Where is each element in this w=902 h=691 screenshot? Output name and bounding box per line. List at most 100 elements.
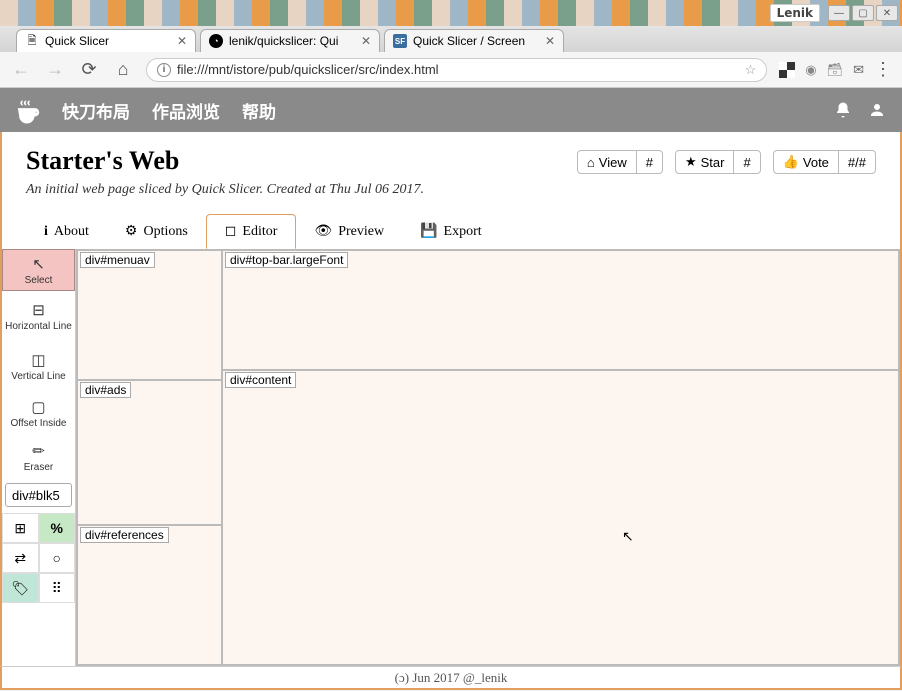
main-tabs: iAbout ⚙Options ◻Editor 👁 Preview 💾 Export — [0, 198, 902, 249]
view-stat: ⌂ View # — [577, 150, 663, 174]
browser-tabstrip: 🗎 Quick Slicer ✕ ◔ lenik/quickslicer: Qu… — [0, 26, 902, 52]
mail-icon[interactable]: ✉ — [853, 62, 864, 78]
ext-icon-1[interactable]: ◉ — [805, 62, 816, 78]
tool-hline[interactable]: ⊟ Horizontal Line — [2, 291, 75, 341]
window-decoration: Lenik — ▢ ✕ — [0, 0, 902, 26]
tab-options-label: Options — [143, 224, 187, 240]
tab-options[interactable]: ⚙Options — [107, 214, 206, 249]
region-content-tag: div#content — [225, 372, 296, 388]
view-button[interactable]: ⌂ View — [577, 150, 637, 174]
region-menuav-tag: div#menuav — [80, 252, 155, 268]
browser-tab-0[interactable]: 🗎 Quick Slicer ✕ — [16, 29, 196, 52]
star-count: # — [734, 150, 760, 174]
maximize-button[interactable]: ▢ — [852, 5, 874, 21]
browser-menu-icon[interactable]: ⋮ — [874, 59, 892, 80]
page-subtitle: An initial web page sliced by Quick Slic… — [26, 182, 577, 198]
star-label: Star — [701, 155, 725, 170]
coffee-logo-icon — [14, 96, 42, 124]
github-icon: ◔ — [209, 34, 223, 48]
vote-label: Vote — [803, 155, 829, 170]
vline-icon: ◫ — [31, 351, 45, 369]
region-content[interactable]: div#content — [222, 370, 899, 665]
region-ads-tag: div#ads — [80, 382, 131, 398]
tool-offset[interactable]: ▢ Offset Inside — [2, 391, 75, 435]
region-references-tag: div#references — [80, 527, 169, 543]
browser-tab-1[interactable]: ◔ lenik/quickslicer: Qui ✕ — [200, 29, 380, 52]
percent-label: % — [51, 520, 63, 536]
house-icon: ⌂ — [587, 155, 595, 170]
browser-toolbar: ← → ⟳ ⌂ i file:///mnt/istore/pub/quicksl… — [0, 52, 902, 88]
offset-icon: ▢ — [31, 398, 45, 416]
star-stat: ★ Star # — [675, 150, 761, 174]
region-topbar-tag: div#top-bar.largeFont — [225, 252, 348, 268]
tab-export[interactable]: 💾 Export — [402, 214, 500, 249]
close-icon[interactable]: ✕ — [177, 34, 187, 48]
browser-tab-title: Quick Slicer / Screen — [413, 34, 539, 48]
layout-canvas[interactable]: div#menuav div#top-bar.largeFont div#con… — [76, 249, 900, 666]
tab-about[interactable]: iAbout — [26, 214, 107, 249]
eye-icon: 👁 — [314, 223, 332, 240]
star-button[interactable]: ★ Star — [675, 150, 735, 174]
back-button[interactable]: ← — [10, 59, 32, 80]
eraser-icon: ✏ — [32, 442, 45, 460]
footer-text: (ɔ) Jun 2017 @_lenik — [395, 670, 508, 686]
region-menuav[interactable]: div#menuav — [77, 250, 222, 380]
menu-item-help[interactable]: 帮助 — [242, 98, 276, 123]
vote-button[interactable]: 👍Vote — [773, 150, 839, 174]
ext-icon-2[interactable]: 🗃 — [827, 62, 844, 78]
menu-item-gallery[interactable]: 作品浏览 — [152, 98, 220, 123]
tool-eraser[interactable]: ✏ Eraser — [2, 435, 75, 479]
selected-element-text: div#blk5 — [12, 488, 60, 503]
window-title-right: Lenik — [770, 4, 820, 22]
toggle-swap[interactable]: ⇄ — [2, 543, 39, 573]
view-count: # — [637, 150, 663, 174]
toggle-grid-dots[interactable]: ⠿ — [39, 573, 76, 603]
info-icon[interactable]: i — [157, 63, 171, 77]
crop-icon: ◻ — [225, 223, 237, 240]
browser-tab-2[interactable]: SF Quick Slicer / Screen ✕ — [384, 29, 564, 52]
region-ads[interactable]: div#ads — [77, 380, 222, 525]
view-label: View — [599, 155, 627, 170]
close-window-button[interactable]: ✕ — [876, 5, 898, 21]
tool-vline[interactable]: ◫ Vertical Line — [2, 341, 75, 391]
home-button[interactable]: ⌂ — [112, 59, 134, 80]
toggle-hash[interactable]: ⊞ — [2, 513, 39, 543]
close-icon[interactable]: ✕ — [361, 34, 371, 48]
page-title: Starter's Web — [26, 146, 577, 176]
save-icon: 💾 — [420, 223, 437, 240]
selected-element-field[interactable]: div#blk5 — [5, 483, 72, 507]
editor-area: ↖ Select ⊟ Horizontal Line ◫ Vertical Li… — [0, 249, 902, 666]
vote-count: #/# — [839, 150, 876, 174]
tool-column: ↖ Select ⊟ Horizontal Line ◫ Vertical Li… — [2, 249, 76, 666]
browser-tab-title: lenik/quickslicer: Qui — [229, 34, 355, 48]
page-meta: Starter's Web An initial web page sliced… — [0, 132, 902, 198]
user-icon[interactable] — [868, 101, 888, 119]
tab-export-label: Export — [444, 224, 482, 240]
toggle-circle[interactable]: ○ — [39, 543, 76, 573]
browser-tab-title: Quick Slicer — [45, 34, 171, 48]
region-references[interactable]: div#references — [77, 525, 222, 665]
region-topbar[interactable]: div#top-bar.largeFont — [222, 250, 899, 370]
minimize-button[interactable]: — — [828, 5, 850, 21]
tab-preview[interactable]: 👁 Preview — [296, 214, 402, 249]
tab-preview-label: Preview — [338, 224, 384, 240]
bookmark-star-icon[interactable]: ☆ — [745, 62, 757, 78]
qr-icon[interactable] — [779, 62, 795, 78]
forward-button[interactable]: → — [44, 59, 66, 80]
reload-button[interactable]: ⟳ — [78, 59, 100, 80]
info-icon: i — [44, 224, 48, 240]
star-icon: ★ — [685, 154, 697, 170]
close-icon[interactable]: ✕ — [545, 34, 555, 48]
tool-eraser-label: Eraser — [24, 462, 53, 473]
menu-item-layout[interactable]: 快刀布局 — [62, 98, 130, 123]
toggle-percent[interactable]: % — [39, 513, 76, 543]
url-text: file:///mnt/istore/pub/quickslicer/src/i… — [177, 62, 739, 77]
tab-editor[interactable]: ◻Editor — [206, 214, 297, 249]
url-field[interactable]: i file:///mnt/istore/pub/quickslicer/src… — [146, 58, 767, 82]
tool-vline-label: Vertical Line — [11, 371, 65, 382]
tool-select[interactable]: ↖ Select — [2, 249, 75, 291]
bell-icon[interactable] — [834, 101, 854, 119]
sourceforge-icon: SF — [393, 34, 407, 48]
footer: (ɔ) Jun 2017 @_lenik — [0, 666, 902, 690]
toggle-tag[interactable]: 🏷 — [2, 573, 39, 603]
